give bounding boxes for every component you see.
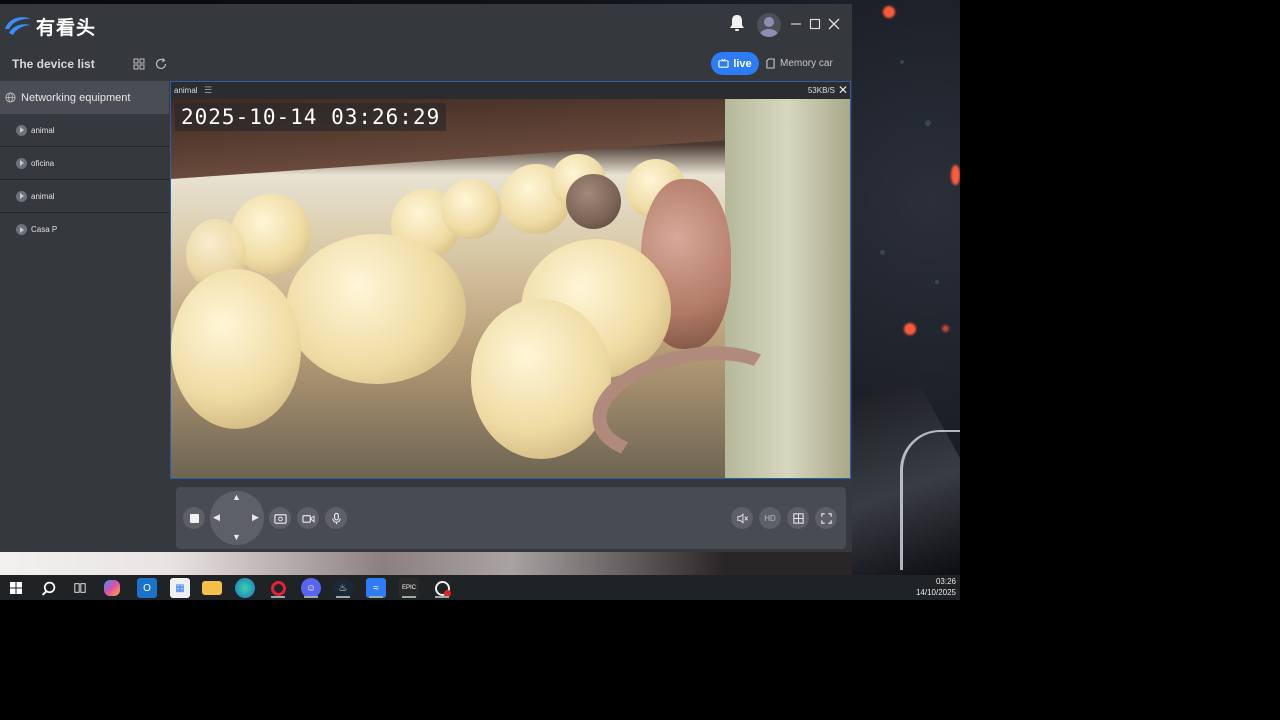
task-view-icon (74, 583, 86, 593)
ptz-right-icon[interactable]: ▶ (252, 512, 259, 523)
refresh-icon[interactable] (153, 56, 169, 72)
snapshot-button[interactable] (269, 507, 291, 529)
menu-icon[interactable]: ☰ (204, 85, 212, 96)
discord-icon[interactable]: ☺ (301, 578, 321, 598)
ptz-up-icon[interactable]: ▲ (232, 492, 241, 502)
camera-app-icon[interactable]: ≈ (366, 578, 386, 598)
brand-logo-icon (5, 17, 31, 35)
task-view-button[interactable] (70, 578, 90, 598)
device-label: animal (31, 125, 55, 135)
file-explorer-icon[interactable] (202, 581, 222, 595)
close-icon[interactable] (828, 18, 840, 30)
maximize-icon[interactable] (809, 18, 821, 30)
stop-button[interactable] (183, 507, 205, 529)
live-button[interactable]: live (711, 52, 759, 75)
fullscreen-button[interactable] (815, 507, 837, 529)
ptz-control[interactable]: ▲ ▼ ◀ ▶ (210, 491, 264, 545)
talk-button[interactable] (325, 507, 347, 529)
record-button[interactable] (297, 507, 319, 529)
quality-button[interactable]: HD (759, 507, 781, 529)
device-item[interactable]: animal (0, 114, 169, 147)
copilot-icon[interactable] (104, 580, 120, 596)
start-button[interactable] (6, 578, 26, 598)
taskbar: O ▦ ☺ ♨ ≈ EPIC 03:26 14/10/2025 (0, 575, 960, 600)
opera-icon[interactable] (268, 578, 288, 598)
device-label: animal (31, 191, 55, 201)
video-player[interactable]: animal ☰ 53KB/S ✕ 2025-10-14 03:26:29 (170, 81, 851, 479)
user-avatar[interactable] (757, 13, 781, 37)
device-label: oficina (31, 158, 55, 168)
playback-control-bar: ▲ ▼ ◀ ▶ HD (176, 487, 846, 549)
outlook-icon[interactable]: O (137, 578, 157, 598)
stop-icon (189, 513, 199, 523)
device-group-label: Networking equipment (21, 91, 131, 104)
split-screen-button[interactable] (787, 507, 809, 529)
device-item[interactable]: animal (0, 180, 169, 213)
title-bar: 有看头 (0, 4, 852, 46)
close-video-icon[interactable]: ✕ (838, 83, 848, 97)
microphone-icon (331, 512, 341, 524)
app-window: 有看头 The device list live Memory car Netw… (0, 4, 852, 552)
device-list-title: The device list (12, 57, 95, 71)
epic-games-icon[interactable]: EPIC (399, 578, 419, 598)
clock-time: 03:26 (935, 577, 956, 586)
split-screen-icon (792, 512, 804, 524)
user-icon (760, 17, 778, 37)
video-header: animal ☰ 53KB/S ✕ (171, 82, 850, 99)
network-globe-icon (5, 92, 16, 103)
mute-button[interactable] (731, 507, 753, 529)
camera-feed[interactable]: 2025-10-14 03:26:29 (171, 99, 850, 478)
tv-icon (718, 58, 729, 68)
play-icon (16, 224, 27, 235)
live-label: live (733, 57, 752, 70)
device-item[interactable]: oficina (0, 147, 169, 180)
video-record-icon (301, 514, 315, 523)
speaker-muted-icon (736, 512, 748, 524)
memory-card-button[interactable]: Memory car (766, 52, 836, 75)
quality-label: HD (764, 513, 776, 523)
search-icon (41, 581, 55, 596)
search-button[interactable] (38, 578, 58, 598)
steam-icon[interactable]: ♨ (333, 578, 353, 598)
grid-view-icon[interactable] (131, 56, 147, 72)
windows-start-icon (10, 582, 22, 594)
device-item[interactable]: Casa P (0, 213, 169, 246)
memory-card-icon (766, 58, 775, 69)
screenshot-icon (273, 513, 287, 524)
video-channel-name: animal (174, 86, 198, 95)
memory-label: Memory car (780, 58, 833, 69)
desktop: 有看头 The device list live Memory car Netw… (0, 0, 960, 600)
ptz-down-icon[interactable]: ▼ (232, 532, 241, 542)
notification-bell-icon[interactable] (729, 14, 745, 32)
clock-date: 14/10/2025 (915, 588, 956, 597)
store-icon[interactable]: ▦ (170, 578, 190, 598)
ptz-left-icon[interactable]: ◀ (213, 512, 220, 523)
recording-app-icon[interactable] (432, 578, 452, 598)
play-icon (16, 190, 27, 202)
video-timestamp-overlay: 2025-10-14 03:26:29 (175, 103, 447, 131)
edge-browser-icon[interactable] (235, 578, 255, 598)
fullscreen-icon (820, 512, 832, 524)
brand-name: 有看头 (36, 18, 97, 39)
system-clock[interactable]: 03:26 14/10/2025 (916, 576, 956, 598)
minimize-icon[interactable] (790, 18, 802, 30)
device-sidebar: Networking equipment animal oficina anim… (0, 81, 169, 552)
play-icon (16, 157, 27, 169)
bitrate-readout: 53KB/S (807, 86, 835, 95)
device-label: Casa P (31, 225, 58, 234)
device-group-networking[interactable]: Networking equipment (0, 81, 169, 114)
play-icon (16, 124, 27, 136)
